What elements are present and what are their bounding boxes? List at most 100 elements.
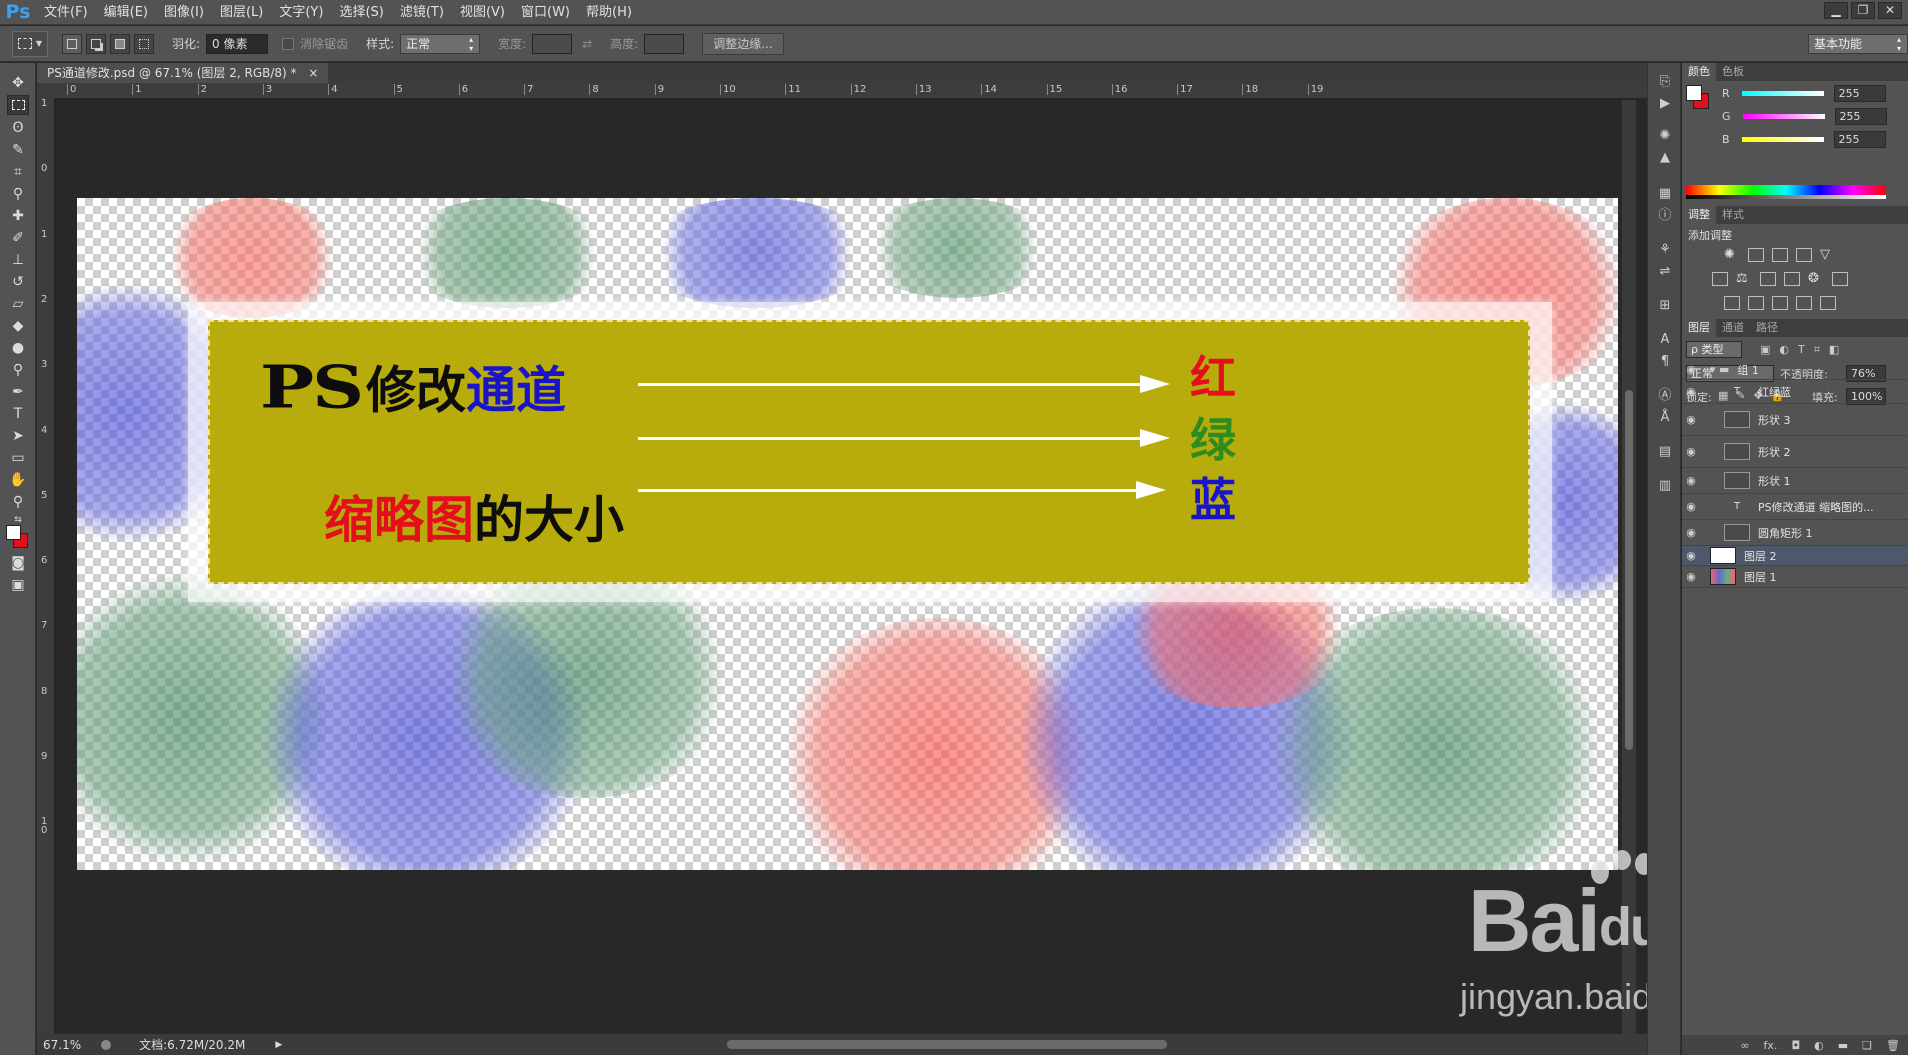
- refine-edge-button[interactable]: 调整边缘...: [702, 32, 784, 55]
- menu-window[interactable]: 窗口(W): [513, 0, 578, 25]
- menu-filter[interactable]: 滤镜(T): [392, 0, 452, 25]
- visibility-eye-icon[interactable]: ◉: [1682, 363, 1700, 376]
- history-brush-tool-icon[interactable]: ↺: [7, 272, 29, 292]
- new-group-icon[interactable]: ▬: [1838, 1039, 1848, 1052]
- marquee-tool-icon[interactable]: [7, 95, 29, 115]
- hue-saturation-icon[interactable]: [1712, 272, 1728, 286]
- menu-select[interactable]: 选择(S): [331, 0, 391, 25]
- tab-adjustments[interactable]: 调整: [1682, 206, 1716, 224]
- pen-tool-icon[interactable]: ✒: [7, 382, 29, 402]
- posterize-icon[interactable]: [1748, 296, 1764, 310]
- layer-row[interactable]: ◉ 形状 2: [1682, 436, 1908, 468]
- layer-filter-select[interactable]: ρ 类型: [1686, 341, 1742, 358]
- channel-r-value[interactable]: 255: [1833, 84, 1886, 102]
- tab-paths[interactable]: 路径: [1750, 319, 1784, 337]
- hand-tool-icon[interactable]: ✋: [7, 470, 29, 490]
- visibility-eye-icon[interactable]: ◉: [1682, 570, 1700, 583]
- new-layer-icon[interactable]: ❏: [1862, 1039, 1872, 1052]
- add-selection-button[interactable]: [86, 33, 106, 54]
- zoom-level[interactable]: 67.1%: [43, 1038, 81, 1052]
- color-balance-icon[interactable]: ⚖: [1736, 272, 1752, 286]
- type-tool-icon[interactable]: T: [7, 404, 29, 424]
- tab-swatches[interactable]: 色板: [1716, 63, 1750, 81]
- antialias-checkbox[interactable]: [282, 37, 295, 50]
- slider-track-r[interactable]: [1741, 90, 1824, 96]
- brush-presets-icon[interactable]: ⚘: [1655, 241, 1675, 259]
- color-slider-r[interactable]: R 255: [1722, 83, 1902, 103]
- layer-style-icon[interactable]: fx.: [1764, 1039, 1778, 1052]
- selective-color-icon[interactable]: [1796, 296, 1812, 310]
- minimize-button[interactable]: ▁: [1824, 2, 1848, 19]
- quick-mask-icon[interactable]: ◙: [7, 553, 29, 573]
- menu-image[interactable]: 图像(I): [156, 0, 212, 25]
- black-white-icon[interactable]: [1760, 272, 1776, 286]
- layer-row[interactable]: ◉ T PS修改通道 缩略图的...: [1682, 494, 1908, 520]
- tool-preset-picker[interactable]: ▼: [12, 30, 48, 57]
- layer-row[interactable]: ◉ T 红绿蓝: [1682, 380, 1908, 404]
- new-adjustment-icon[interactable]: ◐: [1814, 1039, 1824, 1052]
- delete-layer-icon[interactable]: 🗑: [1886, 1039, 1900, 1052]
- layer-comps-icon[interactable]: ▤: [1655, 443, 1675, 461]
- visibility-eye-icon[interactable]: ◉: [1682, 549, 1700, 562]
- style-select[interactable]: 正常: [400, 33, 481, 54]
- layer-row[interactable]: ◉ 圆角矩形 1: [1682, 520, 1908, 546]
- exposure-icon[interactable]: [1796, 248, 1812, 262]
- layer-row[interactable]: ◉ ▾ ▬ 组 1: [1682, 360, 1908, 380]
- character-styles-icon[interactable]: Ⓐ: [1655, 387, 1675, 405]
- shape-tool-icon[interactable]: ▭: [7, 448, 29, 468]
- curves-icon[interactable]: [1772, 248, 1788, 262]
- add-mask-icon[interactable]: ◘: [1791, 1039, 1800, 1052]
- layer-row[interactable]: ◉ 图层 1: [1682, 566, 1908, 588]
- adjustments-icon[interactable]: ✺: [1655, 127, 1675, 145]
- color-slider-b[interactable]: B 255: [1722, 129, 1902, 149]
- threshold-icon[interactable]: [1772, 296, 1788, 310]
- slider-track-b[interactable]: [1741, 136, 1824, 142]
- menu-view[interactable]: 视图(V): [452, 0, 513, 25]
- history-panel-icon[interactable]: ⎘: [1655, 73, 1675, 91]
- paragraph-panel-icon[interactable]: ¶: [1655, 353, 1675, 371]
- path-selection-tool-icon[interactable]: ➤: [7, 426, 29, 446]
- menu-layer[interactable]: 图层(L): [212, 0, 271, 25]
- paragraph-styles-icon[interactable]: Å: [1655, 409, 1675, 427]
- screen-mode-icon[interactable]: ▣: [7, 575, 29, 595]
- visibility-eye-icon[interactable]: ◉: [1682, 413, 1700, 426]
- histogram-icon[interactable]: ▲: [1655, 149, 1675, 167]
- tab-channels[interactable]: 通道: [1716, 319, 1750, 337]
- layer-row[interactable]: ◉ 形状 1: [1682, 468, 1908, 494]
- eyedropper-tool-icon[interactable]: ⚲: [7, 184, 29, 204]
- menu-file[interactable]: 文件(F): [36, 0, 96, 25]
- dodge-tool-icon[interactable]: ⚲: [7, 360, 29, 380]
- move-tool-icon[interactable]: ✥: [7, 73, 29, 93]
- invert-icon[interactable]: [1724, 296, 1740, 310]
- channel-g-value[interactable]: 255: [1834, 107, 1887, 125]
- layer-filter-icons[interactable]: ▣◐T⌗◧: [1760, 343, 1848, 357]
- feather-input[interactable]: 0 像素: [206, 33, 269, 54]
- status-info-icon[interactable]: [101, 1039, 112, 1050]
- character-panel-icon[interactable]: A: [1655, 331, 1675, 349]
- menu-type[interactable]: 文字(Y): [271, 0, 331, 25]
- color-slider-g[interactable]: G 255: [1722, 106, 1902, 126]
- slider-track-g[interactable]: [1742, 113, 1825, 119]
- tab-styles[interactable]: 样式: [1716, 206, 1750, 224]
- photo-filter-icon[interactable]: [1784, 272, 1800, 286]
- height-input[interactable]: [644, 33, 685, 54]
- layer-row[interactable]: ◉ 形状 3: [1682, 404, 1908, 436]
- workspace-select[interactable]: 基本功能: [1808, 34, 1908, 54]
- link-layers-icon[interactable]: ∞: [1740, 1039, 1749, 1052]
- horizontal-scroll-thumb[interactable]: [727, 1040, 1167, 1049]
- brightness-icon[interactable]: ✺: [1724, 248, 1740, 262]
- paint-bucket-tool-icon[interactable]: ◆: [7, 316, 29, 336]
- canvas-area[interactable]: PS 修改通道 缩略图的大小 红 绿 蓝: [56, 100, 1622, 1034]
- levels-icon[interactable]: [1748, 248, 1764, 262]
- info-panel-icon[interactable]: ⓘ: [1655, 207, 1675, 225]
- menu-edit[interactable]: 编辑(E): [96, 0, 156, 25]
- intersect-selection-button[interactable]: [134, 33, 154, 54]
- clone-stamp-tool-icon[interactable]: ⊥: [7, 250, 29, 270]
- foreground-color-swatch[interactable]: [6, 525, 21, 540]
- gradient-map-icon[interactable]: [1820, 296, 1836, 310]
- channel-b-value[interactable]: 255: [1833, 130, 1886, 148]
- tab-layers[interactable]: 图层: [1682, 319, 1716, 337]
- document-canvas[interactable]: PS 修改通道 缩略图的大小 红 绿 蓝: [77, 198, 1618, 870]
- visibility-eye-icon[interactable]: ◉: [1682, 385, 1700, 398]
- blur-tool-icon[interactable]: ●: [7, 338, 29, 358]
